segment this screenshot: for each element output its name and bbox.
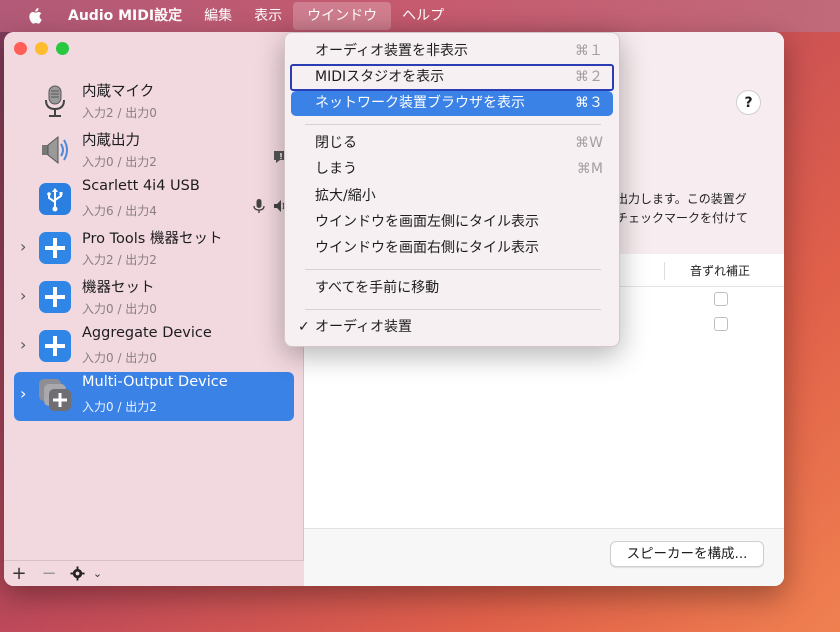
zoom-window-button[interactable] xyxy=(56,42,69,55)
menu-item-zoom[interactable]: 拡大/縮小 xyxy=(291,184,613,209)
menu-item-label: ネットワーク装置ブラウザを表示 xyxy=(315,95,525,111)
disclosure-chevron-icon[interactable]: › xyxy=(20,337,32,353)
device-name: Pro Tools 機器セット xyxy=(82,231,223,247)
window-menu-dropdown: オーディオ装置を非表示 ⌘１ MIDIスタジオを表示 ⌘２ ネットワーク装置ブラ… xyxy=(284,32,620,347)
device-name: 内蔵出力 xyxy=(82,133,140,149)
menu-item-label: ウインドウを画面右側にタイル表示 xyxy=(315,240,539,256)
device-io: 入力2 / 出力0 xyxy=(82,106,157,120)
device-name: 機器セット xyxy=(82,280,155,296)
device-list: 内蔵マイク 入力2 / 出力0 内蔵出力 入力0 / 出力2 Scarlett … xyxy=(4,78,304,421)
menu-separator xyxy=(305,124,601,125)
disclosure-chevron-icon[interactable]: › xyxy=(20,239,32,255)
device-name: Scarlett 4i4 USB xyxy=(82,178,200,194)
menu-item-shortcut: ⌘１ xyxy=(575,43,603,59)
drift-correction-header: 音ずれ補正 xyxy=(690,264,751,278)
menu-item-label: オーディオ装置 xyxy=(315,319,413,335)
gear-icon xyxy=(70,566,85,581)
multi-output-icon xyxy=(38,378,72,412)
menu-item-label: ウインドウを画面左側にタイル表示 xyxy=(315,214,539,230)
device-io: 入力2 / 出力2 xyxy=(82,253,157,267)
menu-item-shortcut: ⌘W xyxy=(575,135,603,151)
configure-speakers-button[interactable]: スピーカーを構成... xyxy=(610,541,764,567)
device-io: 入力0 / 出力2 xyxy=(82,155,157,169)
description-line: チェックマークを付けて xyxy=(616,211,749,225)
drift-correction-checkbox[interactable] xyxy=(714,292,728,306)
disclosure-chevron-icon[interactable]: › xyxy=(20,386,32,402)
checkmark-icon: ✓ xyxy=(298,319,310,335)
menu-item-label: 拡大/縮小 xyxy=(315,188,376,204)
remove-device-button[interactable]: − xyxy=(34,561,64,587)
menu-item-tile-right[interactable]: ウインドウを画面右側にタイル表示 xyxy=(291,236,613,261)
device-builtin-output[interactable]: 内蔵出力 入力0 / 出力2 xyxy=(14,127,294,176)
menu-separator xyxy=(305,309,601,310)
device-io: 入力0 / 出力0 xyxy=(82,351,157,365)
device-builtin-mic[interactable]: 内蔵マイク 入力2 / 出力0 xyxy=(14,78,294,127)
device-io: 入力0 / 出力2 xyxy=(82,400,157,414)
menu-item-label: MIDIスタジオを表示 xyxy=(315,69,445,85)
menu-item-bring-all-to-front[interactable]: すべてを手前に移動 xyxy=(291,276,613,301)
speaker-icon xyxy=(38,133,72,167)
disclosure-chevron-icon[interactable]: › xyxy=(20,288,32,304)
device-aggregate[interactable]: › Aggregate Device 入力0 / 出力0 xyxy=(14,323,294,372)
menu-view[interactable]: 表示 xyxy=(243,0,293,32)
window-controls xyxy=(14,42,69,55)
menu-item-hide-audio-devices[interactable]: オーディオ装置を非表示 ⌘１ xyxy=(291,39,613,64)
device-name: 内蔵マイク xyxy=(82,84,155,100)
menu-bar: Audio MIDI設定 編集 表示 ウインドウ ヘルプ xyxy=(0,0,840,32)
device-aggregate-set[interactable]: › 機器セット 入力0 / 出力0 xyxy=(14,274,294,323)
device-name: Aggregate Device xyxy=(82,325,212,341)
sidebar-toolbar: + − ⌄ xyxy=(4,560,304,586)
menu-item-close[interactable]: 閉じる ⌘W xyxy=(291,131,613,156)
device-multi-output[interactable]: › Multi-Output Device 入力0 / 出力2 xyxy=(14,372,294,421)
menu-item-label: オーディオ装置を非表示 xyxy=(315,43,469,59)
close-window-button[interactable] xyxy=(14,42,27,55)
menu-window[interactable]: ウインドウ xyxy=(293,2,392,30)
description-line: 出力します。この装置グ xyxy=(616,192,747,206)
menu-item-audio-devices[interactable]: ✓ オーディオ装置 xyxy=(291,315,613,340)
menu-item-tile-left[interactable]: ウインドウを画面左側にタイル表示 xyxy=(291,210,613,235)
help-button[interactable]: ? xyxy=(736,90,761,115)
menu-item-label: 閉じる xyxy=(315,135,357,151)
menu-app-name[interactable]: Audio MIDI設定 xyxy=(54,0,193,32)
menu-item-shortcut: ⌘３ xyxy=(575,95,603,111)
device-name: Multi-Output Device xyxy=(82,374,228,390)
drift-correction-checkbox[interactable] xyxy=(714,317,728,331)
menu-item-network-browser[interactable]: ネットワーク装置ブラウザを表示 ⌘３ xyxy=(291,91,613,116)
plus-icon xyxy=(38,280,72,314)
device-protools-set[interactable]: › Pro Tools 機器セット 入力2 / 出力2 xyxy=(14,225,294,274)
input-mic-icon xyxy=(253,199,265,213)
gear-menu-button[interactable]: ⌄ xyxy=(64,561,108,587)
device-sidebar: 内蔵マイク 入力2 / 出力0 内蔵出力 入力0 / 出力2 Scarlett … xyxy=(4,32,304,586)
description-text: 出力します。この装置グ チェックマークを付けて xyxy=(616,190,776,228)
device-io: 入力6 / 出力4 xyxy=(82,204,157,218)
device-io: 入力0 / 出力0 xyxy=(82,302,157,316)
plus-icon xyxy=(38,329,72,363)
menu-item-label: しまう xyxy=(315,161,357,177)
menu-item-shortcut: ⌘２ xyxy=(575,69,603,85)
menu-separator xyxy=(305,269,601,270)
menu-help[interactable]: ヘルプ xyxy=(391,0,455,32)
menu-item-label: すべてを手前に移動 xyxy=(315,280,440,296)
column-divider xyxy=(664,262,665,280)
chevron-down-icon: ⌄ xyxy=(92,567,103,580)
microphone-icon xyxy=(38,84,72,118)
menu-edit[interactable]: 編集 xyxy=(193,0,243,32)
detail-footer: スピーカーを構成... xyxy=(304,528,784,586)
plus-icon xyxy=(38,231,72,265)
usb-icon xyxy=(38,182,72,216)
device-scarlett-usb[interactable]: Scarlett 4i4 USB 入力6 / 出力4 xyxy=(14,176,294,225)
menu-item-shortcut: ⌘M xyxy=(576,161,603,177)
minimize-window-button[interactable] xyxy=(35,42,48,55)
apple-menu-icon[interactable] xyxy=(18,0,54,32)
menu-item-minimize[interactable]: しまう ⌘M xyxy=(291,157,613,182)
menu-item-show-midi-studio[interactable]: MIDIスタジオを表示 ⌘２ xyxy=(290,64,614,91)
add-device-button[interactable]: + xyxy=(4,561,34,587)
